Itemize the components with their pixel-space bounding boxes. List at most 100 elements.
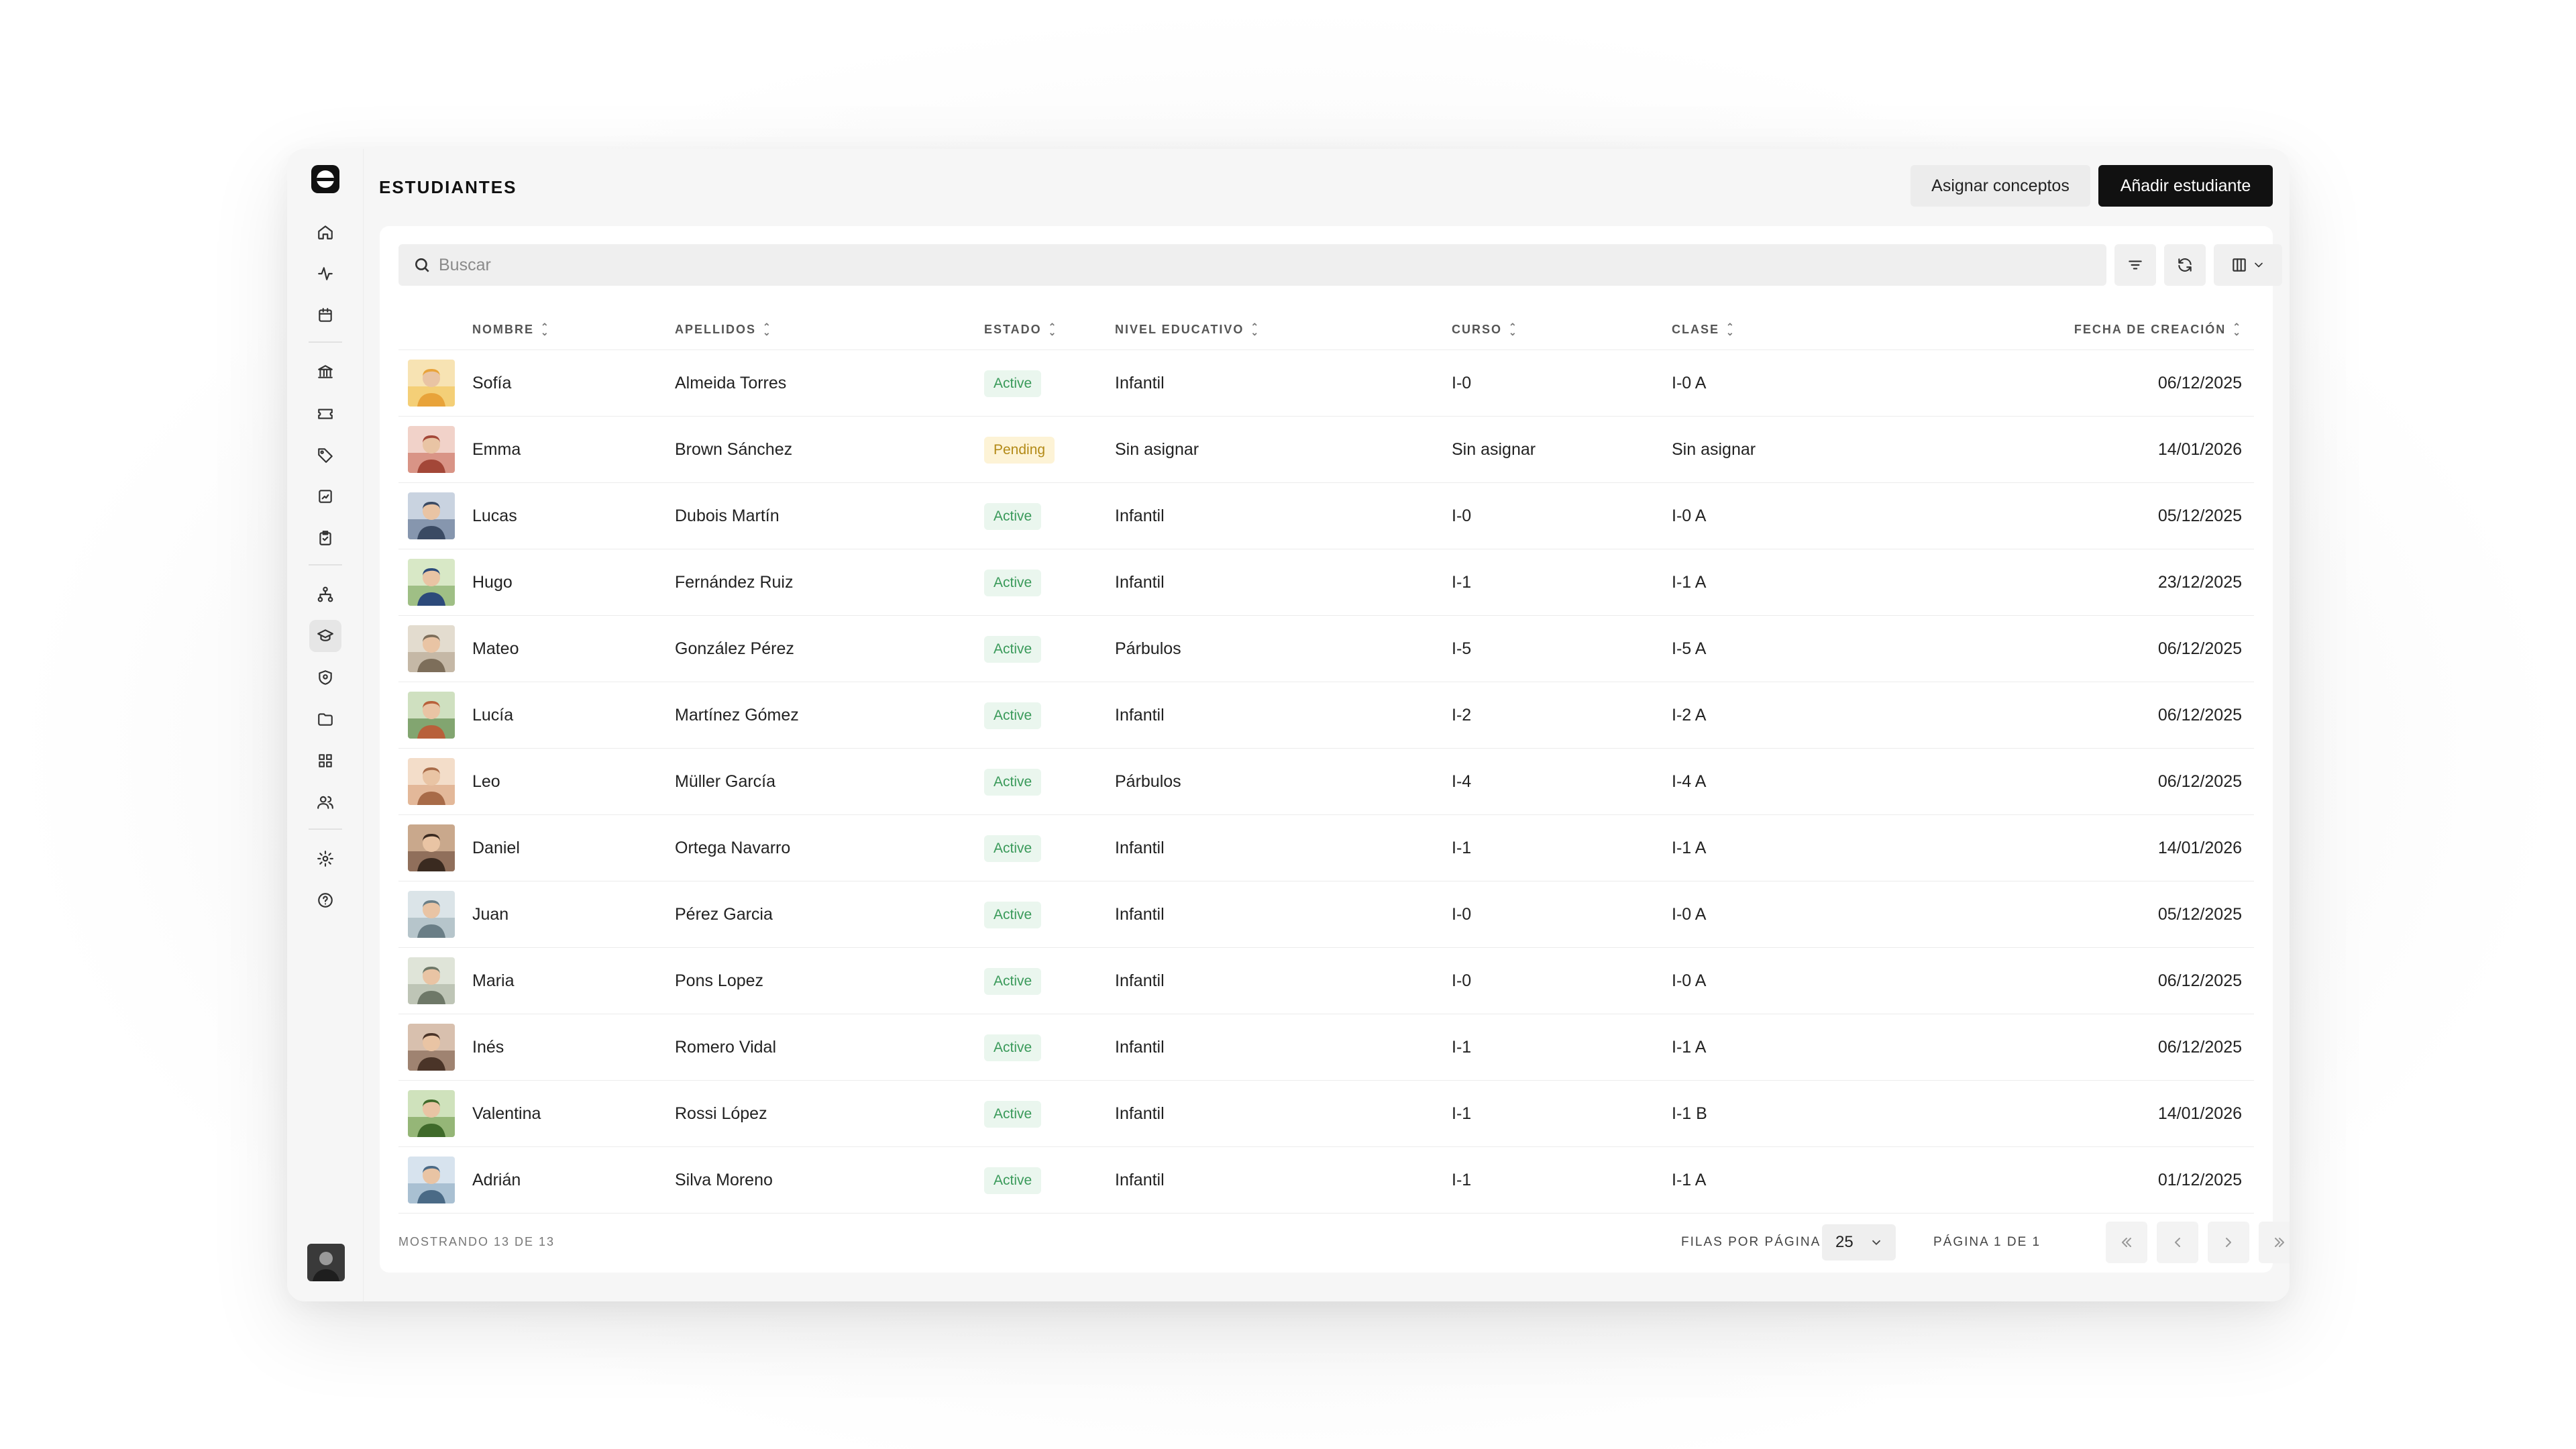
search-input[interactable] xyxy=(439,255,2049,275)
hierarchy-icon[interactable] xyxy=(309,578,341,610)
grid-icon[interactable] xyxy=(309,745,341,777)
status-badge: Active xyxy=(984,370,1042,397)
activity-icon[interactable] xyxy=(309,258,341,290)
student-photo xyxy=(408,625,455,672)
cell-nivel: Infantil xyxy=(1115,706,1165,724)
cell-nivel: Infantil xyxy=(1115,839,1165,857)
next-page-button[interactable] xyxy=(2208,1222,2249,1263)
cell-curso: I-0 xyxy=(1452,905,1472,924)
table-header: NOMBRE ⌃ ⌄ APELLIDOS ⌃ ⌄ ESTADO ⌃ ⌄ NIVEL EDUC… xyxy=(398,309,2254,350)
table-row[interactable]: Valentina Rossi López Active Infantil I-1 I-1… xyxy=(398,1081,2254,1147)
table-row[interactable]: Juan Pérez Garcia Active Infantil I-0 I-0 A 05… xyxy=(398,881,2254,948)
cell-curso: I-0 xyxy=(1452,506,1472,525)
student-photo xyxy=(408,426,455,473)
chevron-down-icon xyxy=(1872,1240,1881,1246)
calendar-icon[interactable] xyxy=(309,299,341,331)
table-row[interactable]: Daniel Ortega Navarro Active Infantil I-1 I-1… xyxy=(398,815,2254,881)
cell-clase: Sin asignar xyxy=(1672,440,1756,459)
status-badge: Active xyxy=(984,768,1042,796)
cell-estado: Active xyxy=(984,749,1042,815)
page-title: ESTUDIANTES xyxy=(379,177,517,197)
tag-icon[interactable] xyxy=(309,439,341,471)
table-row[interactable]: Inés Romero Vidal Active Infantil I-1 I-1 A 06… xyxy=(398,1014,2254,1081)
students-card: NOMBRE⌃⌄ APELLIDOS⌃⌄ ESTADO⌃⌄ NIVEL EDUC… xyxy=(380,226,2290,1273)
help-icon[interactable] xyxy=(309,884,341,916)
first-page-button[interactable] xyxy=(2106,1222,2147,1263)
student-photo xyxy=(408,957,455,1004)
chevrons-right-icon xyxy=(2275,1238,2284,1247)
cell-apellidos: Müller García xyxy=(675,772,776,791)
student-photo xyxy=(408,758,455,805)
column-header-clase[interactable]: CLASE ⌃ ⌄ xyxy=(1672,309,1735,350)
table-row[interactable]: Mateo González Pérez Active Párbulos I-5 I-5 … xyxy=(398,616,2254,682)
sort-icon: ⌃ ⌄ xyxy=(1048,321,1058,337)
cell-estado: Active xyxy=(984,1014,1042,1081)
app-logo-icon[interactable] xyxy=(311,165,339,193)
checklist-icon[interactable] xyxy=(309,480,341,513)
sort-icon: ⌃ ⌄ xyxy=(1726,321,1735,337)
add-student-button[interactable]: Añadir estudiante xyxy=(2098,165,2273,207)
cell-clase: I-1 A xyxy=(1672,839,1707,857)
cell-fecha: 06/12/2025 xyxy=(2157,971,2242,990)
previous-page-button[interactable] xyxy=(2157,1222,2198,1263)
table-row[interactable]: Hugo Fernández Ruiz Active Infantil I-1 I-1 A… xyxy=(398,549,2254,616)
cell-clase: I-4 A xyxy=(1672,772,1707,791)
clipboard-icon[interactable] xyxy=(309,522,341,554)
refresh-button[interactable] xyxy=(2164,244,2206,286)
folder-icon[interactable] xyxy=(309,703,341,735)
cell-clase: I-0 A xyxy=(1672,506,1707,525)
settings-icon[interactable] xyxy=(309,843,341,875)
rows-per-page-select[interactable]: 25 xyxy=(1822,1224,1896,1260)
table-row[interactable]: Emma Brown Sánchez Pending Sin asignar Sin a… xyxy=(398,417,2254,483)
cell-clase: I-0 A xyxy=(1672,374,1707,392)
filter-button[interactable] xyxy=(2114,244,2156,286)
student-photo xyxy=(408,360,455,407)
table-row[interactable]: Lucas Dubois Martín Active Infantil I-0 I-0 A… xyxy=(398,483,2254,549)
cell-fecha: 14/01/2026 xyxy=(2157,440,2242,459)
column-header-estado[interactable]: ESTADO ⌃ ⌄ xyxy=(984,309,1057,350)
last-page-button[interactable] xyxy=(2259,1222,2290,1263)
table-row[interactable]: Lucía Martínez Gómez Active Infantil I-2 I-2 … xyxy=(398,682,2254,749)
column-header-fecha-creacion[interactable]: FECHA DE CREACIÓN ⌃ ⌄ xyxy=(2074,309,2242,350)
status-badge: Active xyxy=(984,502,1042,530)
graduation-cap-icon[interactable] xyxy=(309,620,341,652)
bank-icon[interactable] xyxy=(309,356,341,388)
rows-per-page-value: 25 xyxy=(1835,1233,1854,1251)
table-row[interactable]: Adrián Silva Moreno Active Infantil I-1 I-1 A… xyxy=(398,1147,2254,1214)
home-icon[interactable] xyxy=(309,216,341,248)
cell-nombre: Maria xyxy=(472,971,515,990)
shield-icon[interactable] xyxy=(309,661,341,694)
cell-nombre: Valentina xyxy=(472,1104,541,1123)
cell-nombre: Adrián xyxy=(472,1171,521,1189)
student-photo xyxy=(408,559,455,606)
users-icon[interactable] xyxy=(309,786,341,818)
status-badge: Active xyxy=(984,835,1042,862)
columns-button[interactable] xyxy=(2214,244,2282,286)
cell-nivel: Infantil xyxy=(1115,573,1165,592)
sort-icon: ⌃ ⌄ xyxy=(763,321,772,337)
assign-concepts-button[interactable]: Asignar conceptos xyxy=(1911,165,2090,207)
cell-estado: Active xyxy=(984,948,1042,1014)
sidebar-divider xyxy=(309,564,342,566)
table-row[interactable]: Leo Müller García Active Párbulos I-4 I-4 A 06… xyxy=(398,749,2254,815)
student-photo xyxy=(408,1157,455,1203)
chevron-right-icon xyxy=(2226,1238,2231,1247)
column-header-apellidos[interactable]: APELLIDOS ⌃ ⌄ xyxy=(675,309,772,350)
cell-curso: I-2 xyxy=(1452,706,1472,724)
table-row[interactable]: Maria Pons Lopez Active Infantil I-0 I-0 A 06/… xyxy=(398,948,2254,1014)
cell-nivel: Infantil xyxy=(1115,374,1165,392)
cell-clase: I-1 B xyxy=(1672,1104,1707,1123)
avatar[interactable] xyxy=(307,1244,345,1281)
cell-fecha: 05/12/2025 xyxy=(2157,506,2242,525)
cell-nivel: Párbulos xyxy=(1115,639,1181,658)
column-header-nivel-educativo[interactable]: NIVEL EDUCATIVO ⌃ ⌄ xyxy=(1115,309,1260,350)
cell-nivel: Sin asignar xyxy=(1115,440,1199,459)
cell-curso: I-0 xyxy=(1452,971,1472,990)
column-header-nombre[interactable]: NOMBRE ⌃ ⌄ xyxy=(472,309,550,350)
cell-curso: I-1 xyxy=(1452,1171,1472,1189)
cell-fecha: 06/12/2025 xyxy=(2157,639,2242,658)
column-header-curso[interactable]: CURSO ⌃ ⌄ xyxy=(1452,309,1518,350)
table-row[interactable]: Sofía Almeida Torres Active Infantil I-0 I-0 … xyxy=(398,350,2254,417)
ticket-icon[interactable] xyxy=(309,397,341,429)
status-badge: Active xyxy=(984,1100,1042,1128)
